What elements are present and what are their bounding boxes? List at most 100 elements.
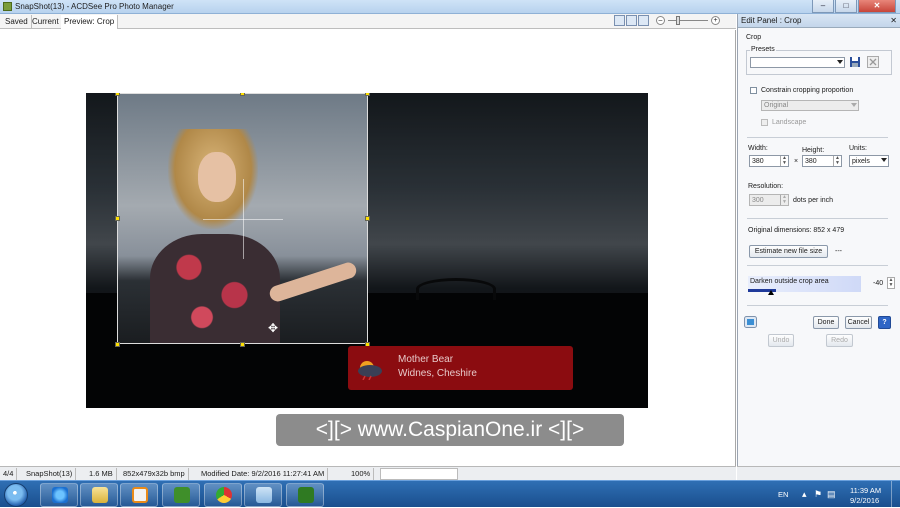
taskbar-app-camtasia[interactable] bbox=[162, 483, 200, 507]
presets-dropdown[interactable] bbox=[750, 57, 845, 68]
redo-button[interactable]: Redo bbox=[826, 334, 853, 347]
presets-label: Presets bbox=[750, 46, 776, 53]
close-button[interactable]: ✕ bbox=[858, 0, 896, 13]
tab-current[interactable]: Current bbox=[29, 15, 63, 29]
resolution-unit: dots per inch bbox=[793, 197, 834, 204]
status-modified: Modified Date: 9/2/2016 11:27:41 AM bbox=[198, 468, 329, 480]
photo: Mother Bear Widnes, Cheshire bbox=[86, 93, 648, 408]
chevron-down-icon bbox=[851, 103, 857, 107]
status-zoom: 100% bbox=[348, 468, 375, 480]
height-label: Height: bbox=[802, 147, 825, 154]
banner-line-2: Widnes, Cheshire bbox=[398, 368, 477, 379]
done-button[interactable]: Done bbox=[813, 316, 839, 329]
zoom-thumb[interactable] bbox=[676, 16, 680, 25]
width-input[interactable]: 380 ▲ ▼ bbox=[749, 155, 789, 167]
taskbar-app[interactable] bbox=[244, 483, 282, 507]
cancel-button[interactable]: Cancel bbox=[845, 316, 872, 329]
crop-selection[interactable] bbox=[117, 93, 368, 344]
units-value: pixels bbox=[852, 158, 870, 165]
undo-button[interactable]: Undo bbox=[768, 334, 794, 347]
ratio-value: Original bbox=[764, 102, 789, 109]
times-sign: × bbox=[794, 158, 799, 165]
panel-header: Edit Panel : Crop ✕ bbox=[738, 14, 900, 28]
view-split-icon[interactable] bbox=[638, 15, 649, 26]
crop-handle-e[interactable] bbox=[365, 216, 370, 221]
compare-icon[interactable] bbox=[744, 316, 757, 328]
clock-time[interactable]: 11:39 AM bbox=[850, 486, 881, 495]
taskbar-chrome[interactable] bbox=[204, 483, 242, 507]
taskbar-app-camtasia-recorder[interactable] bbox=[286, 483, 324, 507]
flag-icon[interactable]: ⚑ bbox=[814, 489, 822, 500]
tab-saved[interactable]: Saved bbox=[2, 15, 32, 29]
zoom-track[interactable] bbox=[668, 20, 708, 21]
language-indicator[interactable]: EN bbox=[778, 490, 788, 499]
start-button[interactable] bbox=[4, 483, 28, 507]
weather-cloud-icon bbox=[358, 361, 382, 380]
panel-close-icon[interactable]: ✕ bbox=[890, 16, 897, 25]
crop-handle-w[interactable] bbox=[115, 216, 120, 221]
zoom-slider[interactable]: – + bbox=[656, 16, 720, 26]
crop-handle-ne[interactable] bbox=[365, 93, 370, 96]
crop-handle-n[interactable] bbox=[240, 93, 245, 96]
status-progress bbox=[380, 468, 458, 480]
crop-handle-s[interactable] bbox=[240, 342, 245, 347]
taskbar-media[interactable] bbox=[120, 483, 158, 507]
height-value: 380 bbox=[805, 158, 817, 165]
delete-preset-icon[interactable] bbox=[867, 56, 879, 68]
camtasia-icon bbox=[174, 487, 190, 503]
original-dimensions: Original dimensions: 852 x 479 bbox=[748, 227, 845, 234]
clock-date[interactable]: 9/2/2016 bbox=[850, 496, 879, 505]
expand-tray-icon[interactable]: ▴ bbox=[802, 489, 807, 500]
width-label: Width: bbox=[748, 145, 768, 152]
taskbar: EN ▴ ⚑ ▤ 11:39 AM 9/2/2016 bbox=[0, 480, 900, 508]
save-preset-icon[interactable] bbox=[849, 56, 861, 68]
taskbar-ie[interactable] bbox=[40, 483, 78, 507]
zoom-out-icon[interactable]: – bbox=[656, 16, 665, 25]
tab-preview-crop[interactable]: Preview: Crop bbox=[61, 15, 119, 29]
network-icon[interactable]: ▤ bbox=[827, 489, 836, 500]
constrain-checkbox[interactable] bbox=[750, 87, 757, 94]
status-filesize: 1.6 MB bbox=[86, 468, 117, 480]
show-desktop-button[interactable] bbox=[891, 481, 900, 508]
chevron-down-icon bbox=[837, 60, 843, 64]
view-compare-icon[interactable] bbox=[626, 15, 637, 26]
resolution-spinner[interactable]: ▲ ▼ bbox=[780, 195, 788, 205]
presenter-dress bbox=[150, 234, 280, 343]
resolution-label: Resolution: bbox=[748, 183, 784, 190]
app-icon bbox=[3, 2, 12, 11]
view-single-icon[interactable] bbox=[614, 15, 625, 26]
width-spinner[interactable]: ▲ ▼ bbox=[780, 156, 788, 166]
banner-line-1: Mother Bear bbox=[398, 354, 454, 365]
taskbar-explorer[interactable] bbox=[80, 483, 118, 507]
crop-handle-nw[interactable] bbox=[115, 93, 120, 96]
separator bbox=[747, 137, 888, 138]
crop-guide-horizontal bbox=[203, 219, 283, 220]
panel-status-area bbox=[737, 466, 900, 480]
help-icon[interactable]: ? bbox=[878, 316, 891, 329]
separator bbox=[747, 265, 888, 266]
chevron-down-icon bbox=[881, 158, 887, 162]
landscape-checkbox[interactable] bbox=[761, 119, 768, 126]
units-label: Units: bbox=[849, 145, 867, 152]
ratio-dropdown[interactable]: Original bbox=[761, 100, 859, 111]
camtasia-recorder-icon bbox=[298, 487, 314, 503]
height-input[interactable]: 380 ▲ ▼ bbox=[802, 155, 842, 167]
window-icon bbox=[256, 487, 272, 503]
darken-spinner[interactable]: ▲ ▼ bbox=[887, 277, 895, 289]
estimate-file-size-button[interactable]: Estimate new file size bbox=[749, 245, 828, 258]
resolution-input[interactable]: 300 ▲ ▼ bbox=[749, 194, 789, 206]
maximize-button[interactable]: □ bbox=[835, 0, 857, 13]
landscape-label: Landscape bbox=[772, 119, 807, 126]
crop-handle-sw[interactable] bbox=[115, 342, 120, 347]
height-spinner[interactable]: ▲ ▼ bbox=[833, 156, 841, 166]
darken-slider[interactable]: Darken outside crop area bbox=[748, 276, 861, 295]
chrome-icon bbox=[216, 487, 232, 503]
move-cursor-icon: ✥ bbox=[268, 321, 279, 335]
presenter-arm bbox=[267, 260, 359, 304]
zoom-in-icon[interactable]: + bbox=[711, 16, 720, 25]
minimize-button[interactable]: – bbox=[812, 0, 834, 13]
darken-thumb[interactable] bbox=[768, 290, 774, 295]
units-dropdown[interactable]: pixels bbox=[849, 155, 889, 167]
resolution-value: 300 bbox=[752, 197, 764, 204]
view-mode-buttons bbox=[614, 15, 649, 26]
